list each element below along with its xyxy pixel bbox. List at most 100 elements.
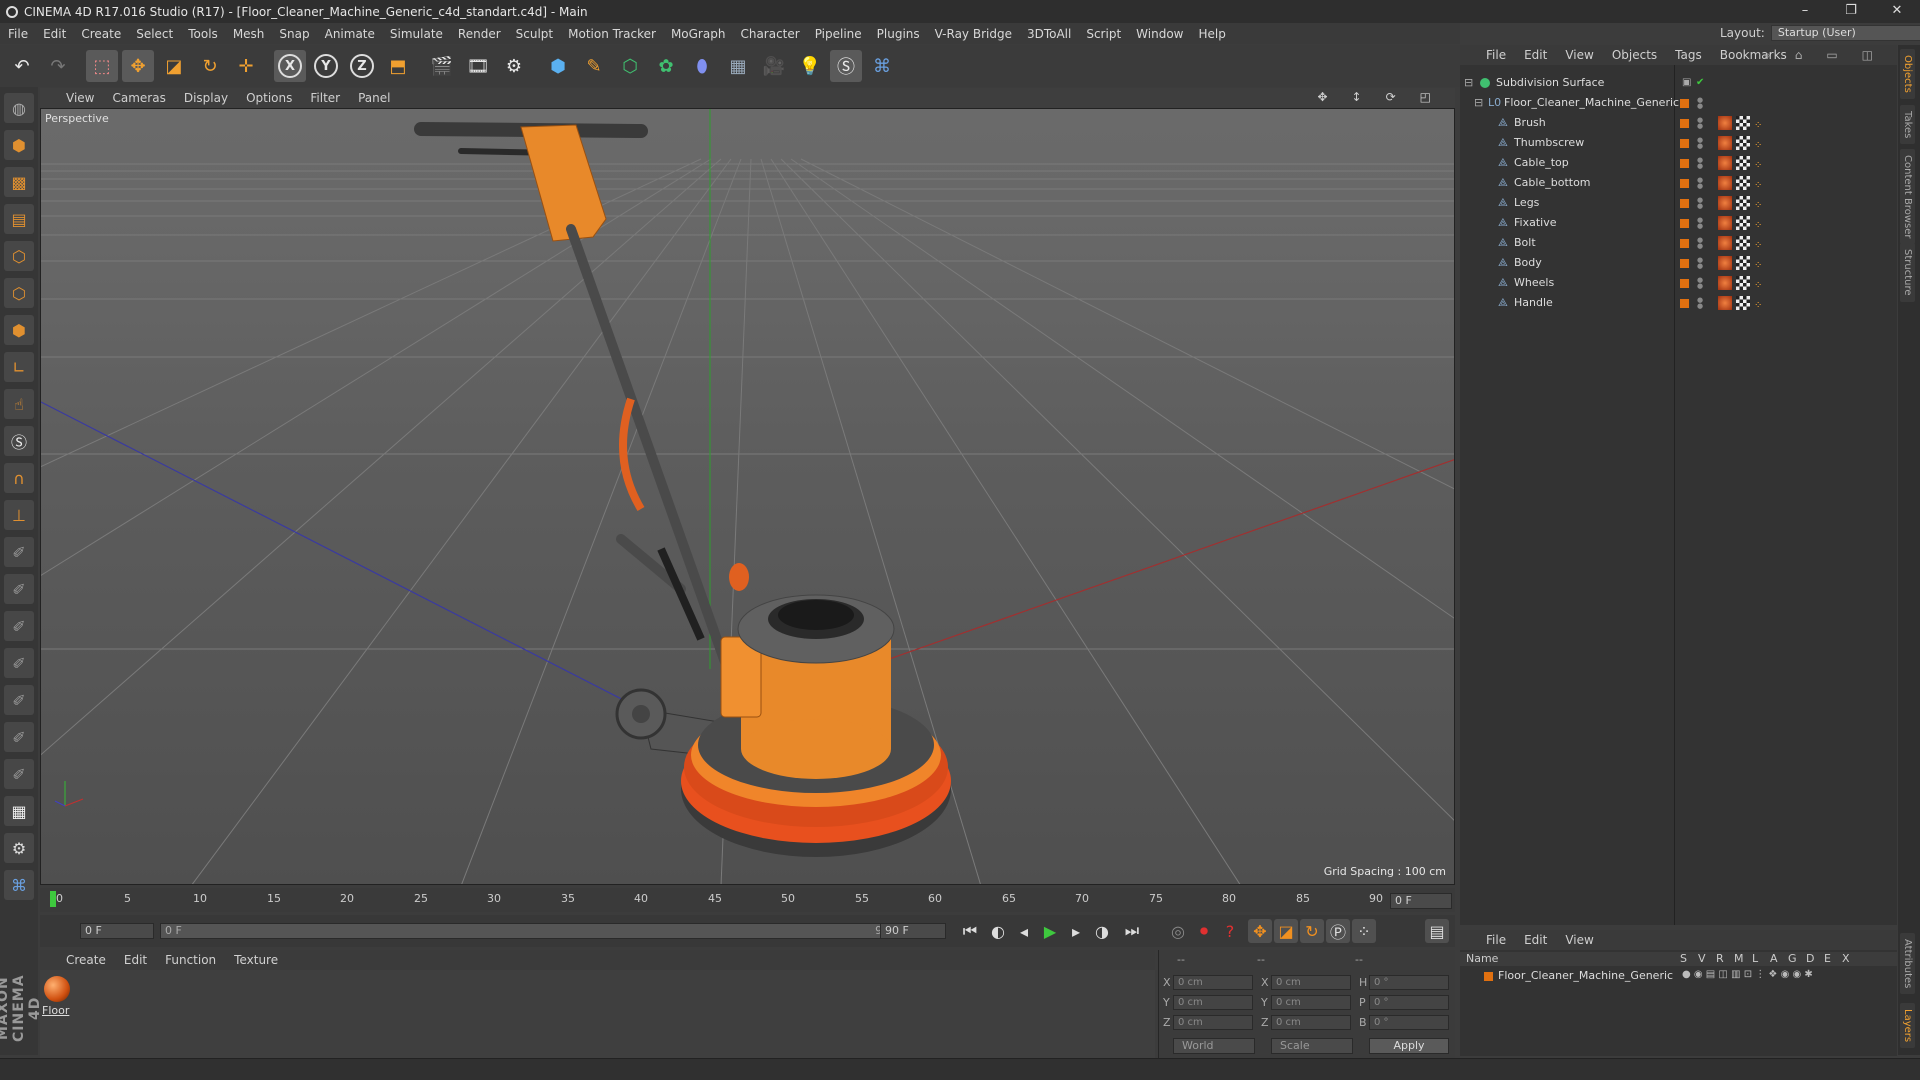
material-tag-icon[interactable]: [1718, 176, 1732, 190]
camera-object-icon[interactable]: 🎥: [758, 50, 790, 82]
position-z-field[interactable]: 0 cm: [1173, 1015, 1253, 1030]
layer-toggle-icons[interactable]: ● ◉ ▤ ◫ ▥ ⊡ ⋮ ❖ ◉ ◉ ✱: [1682, 969, 1813, 980]
visibility-dots-icon[interactable]: ● ●: [1697, 277, 1703, 290]
layer-color-swatch[interactable]: [1484, 972, 1493, 981]
edit-render-settings-icon[interactable]: ⚙: [498, 50, 530, 82]
record-keyframes-icon[interactable]: ◎: [1166, 919, 1190, 943]
workplane-mode-icon[interactable]: ▤: [4, 204, 34, 234]
uvw-tag-icon[interactable]: [1736, 116, 1750, 130]
menu-script[interactable]: Script: [1086, 27, 1121, 41]
menu-file[interactable]: File: [8, 27, 28, 41]
mograph-cloner-icon[interactable]: ✿: [650, 50, 682, 82]
menu-tools[interactable]: Tools: [188, 27, 218, 41]
menu-3dtoall[interactable]: 3DToAll: [1027, 27, 1071, 41]
material-tag-icon[interactable]: [1718, 216, 1732, 230]
uvw-tag-icon[interactable]: [1736, 136, 1750, 150]
frame-range-slider[interactable]: 0 F 90 F: [160, 923, 912, 939]
psr-tool-icon[interactable]: ✐: [4, 648, 34, 678]
y-axis-lock-icon[interactable]: Y: [310, 50, 342, 82]
selection-tag-icon[interactable]: ⁘: [1754, 176, 1768, 191]
menu-create[interactable]: Create: [81, 27, 121, 41]
texture-mode-icon[interactable]: ▩: [4, 167, 34, 197]
brush-tool-icon[interactable]: ✐: [4, 537, 34, 567]
coordinate-space-dropdown[interactable]: World: [1173, 1038, 1255, 1054]
menu-window[interactable]: Window: [1136, 27, 1183, 41]
object-menu-edit[interactable]: Edit: [1524, 48, 1547, 62]
python-script-icon[interactable]: ⌘: [866, 50, 898, 82]
rotation-h-field[interactable]: 0 °: [1369, 975, 1449, 990]
layer-color-swatch[interactable]: [1680, 199, 1689, 208]
subdivision-generator-icon[interactable]: ⬡: [614, 50, 646, 82]
magnet-tool-icon[interactable]: ✐: [4, 685, 34, 715]
tab-layers[interactable]: Layers: [1900, 1003, 1915, 1049]
rig-tool-icon[interactable]: ✐: [4, 611, 34, 641]
material-tag-icon[interactable]: [1718, 116, 1732, 130]
layer-color-swatch[interactable]: [1680, 239, 1689, 248]
layer-color-swatch[interactable]: [1680, 279, 1689, 288]
move-tool-icon[interactable]: ✥: [122, 50, 154, 82]
material-menu-function[interactable]: Function: [165, 953, 216, 967]
timeline-ruler[interactable]: 0 5 10 15 20 25 30 35 40 45 50 55 60 65 …: [40, 888, 1455, 912]
viewport-dolly-icon[interactable]: ↕: [1352, 90, 1362, 104]
object-name[interactable]: Handle: [1514, 293, 1553, 313]
layer-color-swatch[interactable]: [1680, 139, 1689, 148]
workplane-icon[interactable]: ⊥: [4, 500, 34, 530]
previous-key-icon[interactable]: ◐: [986, 919, 1010, 943]
menu-select[interactable]: Select: [136, 27, 173, 41]
polygons-mode-icon[interactable]: ⬢: [4, 315, 34, 345]
layer-color-swatch[interactable]: [1680, 219, 1689, 228]
object-row-wheels[interactable]: ⟁ Wheels ● ● ⁘: [1460, 273, 1897, 293]
uvw-tag-icon[interactable]: [1736, 296, 1750, 310]
sculpt-tool-icon[interactable]: ✐: [4, 722, 34, 752]
close-button[interactable]: ✕: [1874, 0, 1920, 23]
next-frame-icon[interactable]: ▸: [1064, 919, 1088, 943]
material-tag-icon[interactable]: [1718, 156, 1732, 170]
visibility-dots-icon[interactable]: ● ●: [1697, 297, 1703, 310]
filter-icon[interactable]: ▭: [1826, 48, 1837, 63]
floor-scene-icon[interactable]: ▦: [722, 50, 754, 82]
viewport-maximize-icon[interactable]: ◰: [1420, 90, 1431, 104]
rotation-p-field[interactable]: 0 °: [1369, 995, 1449, 1010]
object-menu-file[interactable]: File: [1486, 48, 1506, 62]
object-row-thumbscrew[interactable]: ⟁ Thumbscrew ● ● ⁘: [1460, 133, 1897, 153]
rotate-tool-icon[interactable]: ↻: [194, 50, 226, 82]
material-tag-icon[interactable]: [1718, 296, 1732, 310]
selection-tag-icon[interactable]: ⁘: [1754, 256, 1768, 271]
points-mode-icon[interactable]: ⬡: [4, 241, 34, 271]
light-object-icon[interactable]: 💡: [794, 50, 826, 82]
deformer-icon[interactable]: ⬮: [686, 50, 718, 82]
tab-attributes[interactable]: Attributes: [1900, 933, 1915, 995]
layer-color-swatch[interactable]: [1680, 99, 1689, 108]
menu-vray-bridge[interactable]: V-Ray Bridge: [935, 27, 1012, 41]
play-icon[interactable]: ▶: [1038, 919, 1062, 943]
object-menu-view[interactable]: View: [1565, 48, 1593, 62]
visibility-dots-icon[interactable]: ● ●: [1697, 197, 1703, 210]
size-y-field[interactable]: 0 cm: [1271, 995, 1351, 1010]
key-position-icon[interactable]: ✥: [1248, 919, 1272, 943]
go-to-end-icon[interactable]: ⏭: [1120, 919, 1144, 943]
object-row-legs[interactable]: ⟁ Legs ● ● ⁘: [1460, 193, 1897, 213]
scripts-icon[interactable]: ⚙: [4, 833, 34, 863]
go-to-start-icon[interactable]: ⏮: [958, 919, 982, 943]
position-y-field[interactable]: 0 cm: [1173, 995, 1253, 1010]
python-icon[interactable]: ⌘: [4, 870, 34, 900]
viewport-menu-panel[interactable]: Panel: [358, 91, 390, 105]
viewport-pan-icon[interactable]: ✥: [1317, 90, 1327, 104]
object-row-cable-bottom[interactable]: ⟁ Cable_bottom ● ● ⁘: [1460, 173, 1897, 193]
menu-character[interactable]: Character: [740, 27, 799, 41]
object-menu-tags[interactable]: Tags: [1675, 48, 1702, 62]
visibility-dots-icon[interactable]: ● ●: [1697, 137, 1703, 150]
object-name[interactable]: Bolt: [1514, 233, 1536, 253]
menu-render[interactable]: Render: [458, 27, 501, 41]
object-name[interactable]: Fixative: [1514, 213, 1556, 233]
layer-color-swatch[interactable]: [1680, 259, 1689, 268]
start-frame-field[interactable]: 0 F: [80, 923, 154, 939]
home-icon[interactable]: ⌂: [1795, 48, 1803, 63]
undo-icon[interactable]: ↶: [6, 50, 38, 82]
end-frame-field[interactable]: 90 F: [880, 923, 946, 939]
uvw-tag-icon[interactable]: [1736, 156, 1750, 170]
coordinate-mode-dropdown[interactable]: Scale: [1271, 1038, 1353, 1054]
axis-mode-icon[interactable]: ∟: [4, 352, 34, 382]
layout-dropdown[interactable]: Startup (User): [1770, 25, 1920, 41]
object-row-body[interactable]: ⟁ Body ● ● ⁘: [1460, 253, 1897, 273]
